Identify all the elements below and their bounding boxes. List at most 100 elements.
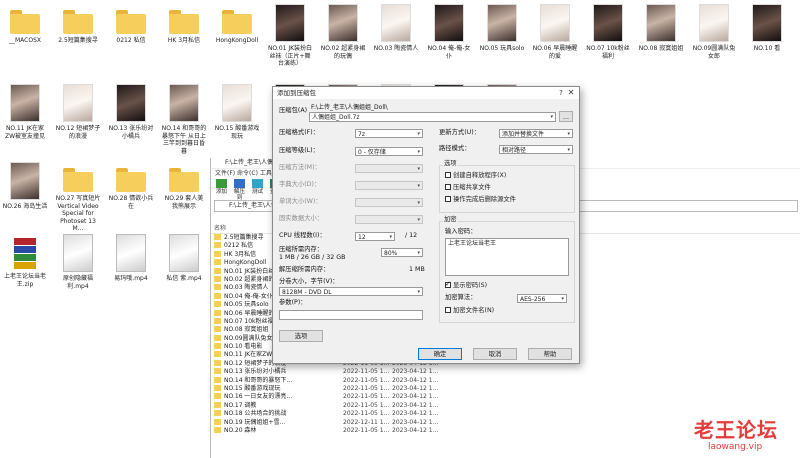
desktop-folder[interactable]: HK 3月私信	[161, 4, 207, 45]
dict-select[interactable]: ▾	[355, 181, 423, 190]
desktop-video[interactable]: 易玛哦.mp4	[108, 234, 154, 283]
photo-folder-thumbnail	[752, 4, 782, 42]
table-row[interactable]: NO.14 和哥哥的暴怒下... 2022-11-05 1... 2023-04-1…	[211, 376, 800, 385]
desktop-folder[interactable]: 0212 私信	[108, 4, 154, 45]
sfx-checkbox[interactable]: 创建自释放程序(X)	[445, 172, 506, 180]
password-input[interactable]: 上老王论坛当老王	[445, 238, 569, 276]
level-label: 压缩等级(L)：	[279, 147, 319, 154]
unmem-label: 解压缩所需内存：	[279, 266, 330, 273]
watermark-logo-text: 老王论坛	[694, 418, 778, 442]
desktop-photo-folder[interactable]: NO.03 陶瓷情人	[373, 4, 419, 53]
options-button[interactable]: 选项	[279, 330, 323, 342]
desktop-video[interactable]: 私信 紫.mp4	[161, 234, 207, 283]
photo-folder-thumbnail	[328, 4, 358, 42]
params-input[interactable]	[279, 310, 423, 320]
table-row[interactable]: NO.13 张乐纷对小橘兵 2022-11-05 1... 2023-04-12 1…	[211, 368, 800, 376]
level-select[interactable]: 0 - 仅存储 ▾	[355, 147, 423, 156]
archive-name-input[interactable]: 人偶姐姐_Doll.7z ▾	[309, 112, 556, 122]
help-icon[interactable]: ?	[557, 87, 565, 99]
block-label: 固实数据大小：	[279, 215, 324, 222]
table-row[interactable]: NO.15 酸番游戏现玩 2022-11-05 1... 2023-04-12 1.…	[211, 385, 800, 393]
desktop-photo-folder[interactable]: NO.02 超紧身裙的玩偶	[320, 4, 366, 60]
folder-icon	[116, 10, 146, 34]
show-password-checkbox[interactable]: 显示密码(S)	[445, 280, 487, 290]
row-name: NO.04 俺-俺-女仆	[224, 292, 273, 300]
params-label: 参数(P)：	[279, 299, 307, 306]
add-to-archive-dialog: 添加到压缩包 ? ✕ 压缩包(A) F:\上传_老王\人偶姐姐_Doll\ 人偶…	[272, 86, 580, 364]
desktop-folder[interactable]: __MACOSX	[2, 4, 48, 45]
desktop-photo-folder[interactable]: NO.09圆满队兔女郎	[691, 4, 737, 60]
ok-button[interactable]: 确定	[418, 348, 462, 360]
watermark-url: laowang.vip	[708, 442, 763, 452]
desktop-folder[interactable]: 2.5短篇集搜寻	[55, 4, 101, 45]
row-modified: 2022-11-05 1...	[343, 393, 390, 401]
mem-value: 1 MB / 26 GB / 32 GB	[279, 254, 346, 261]
enc-method-select[interactable]: AES-256 ▾	[517, 294, 567, 303]
method-select[interactable]: ▾	[355, 164, 423, 173]
folder-icon	[214, 401, 221, 408]
desktop-item-label: NO.04 俺-俺-女仆	[427, 45, 471, 60]
desktop-item-label: HK 3月私信	[167, 37, 201, 44]
desktop-photo-folder[interactable]: NO.15 酸番游戏现玩	[214, 84, 260, 140]
update-select[interactable]: 添加并替换文件 ▾	[499, 129, 573, 138]
encrypt-names-checkbox[interactable]: 加密文件名(N)	[445, 307, 494, 315]
desktop-folder[interactable]: NO.28 情欲小兵在	[108, 162, 154, 210]
row-created: 2023-04-12 1...	[392, 426, 439, 434]
desktop-photo-folder[interactable]: NO.05 玩具solo	[479, 4, 525, 53]
row-name: HongKongDoll	[224, 259, 267, 267]
split-select[interactable]: 8128M - DVD DL ▾	[279, 287, 423, 296]
cancel-button[interactable]: 取消	[473, 348, 517, 360]
desktop-photo-folder[interactable]: NO.14 和哥哥的暴怒下午 从日上三竿到到暮日昏暮	[161, 84, 207, 155]
folder-icon	[214, 376, 221, 383]
desktop-item-label: NO.09圆满队兔女郎	[692, 45, 736, 60]
extract-button[interactable]: 解压到	[232, 178, 247, 201]
desktop-item-label: NO.11 JK在家ZW被室友撞见	[4, 125, 46, 140]
desktop-folder[interactable]: NO.29 套人美 我熊展示	[161, 162, 207, 210]
browse-button[interactable]: ...	[559, 111, 573, 122]
folder-icon	[214, 393, 221, 400]
word-select[interactable]: ▾	[355, 198, 423, 207]
desktop-photo-folder[interactable]: NO.01 JK装扮白丝袜（正片+舞台演练）	[267, 4, 313, 68]
help-button[interactable]: 帮助	[528, 348, 572, 360]
desktop-photo-folder[interactable]: NO.12 短裙梦子的浪漫	[55, 84, 101, 140]
threads-select[interactable]: 12 ▾	[355, 232, 395, 241]
block-select[interactable]: ▾	[355, 215, 423, 224]
folder-icon	[214, 275, 221, 282]
row-name: NO.03 陶瓷情人	[224, 284, 269, 292]
desktop-photo-folder[interactable]: NO.06 早晨睡醒的爱	[532, 4, 578, 60]
video-thumbnail-icon	[169, 234, 199, 272]
test-button[interactable]: 测试	[250, 178, 265, 195]
close-icon[interactable]: ✕	[566, 87, 576, 99]
desktop-video[interactable]: 原创隐藏福利.mp4	[55, 234, 101, 290]
table-row[interactable]: NO.17 调教 2022-11-05 1... 2023-04-12 1...	[211, 401, 800, 410]
row-modified: 2022-11-05 1...	[343, 410, 390, 418]
desktop-photo-folder[interactable]: NO.08 寂寞姐姐	[638, 4, 684, 53]
delete-after-checkbox[interactable]: 操作完成后删除源文件	[445, 196, 516, 204]
path-select[interactable]: 相对路径 ▾	[499, 145, 573, 154]
desktop-photo-folder[interactable]: NO.10 看	[744, 4, 790, 53]
desktop-photo-folder[interactable]: NO.11 JK在家ZW被室友撞见	[2, 84, 48, 140]
add-button[interactable]: 添加	[214, 178, 229, 195]
table-row[interactable]: NO.16 一日女友的漂亮... 2022-11-05 1... 2023-04-1…	[211, 393, 800, 401]
desktop-folder[interactable]: NO.27 写真短片Vertical Video Special for Pho…	[55, 162, 101, 233]
desktop-photo-folder[interactable]: NO.26 海岛生活	[2, 162, 48, 211]
archive-label: 压缩包(A)	[279, 107, 308, 114]
folder-icon	[214, 334, 221, 341]
desktop-photo-folder[interactable]: NO.13 张乐纷对小橘兵	[108, 84, 154, 140]
desktop-archive[interactable]: 上老王论坛当老王.zip	[2, 234, 48, 288]
desktop-photo-folder[interactable]: NO.04 俺-俺-女仆	[426, 4, 472, 60]
desktop-item-label: NO.14 和哥哥的暴怒下午 从日上三竿到到暮日昏暮	[161, 125, 207, 155]
mem-percent-select[interactable]: 80% ▾	[381, 248, 423, 257]
desktop-item-label: HongKongDoll	[215, 37, 259, 44]
folder-icon	[63, 10, 93, 34]
row-name: 0212 私信	[224, 242, 254, 250]
row-created: 2023-04-12 1...	[392, 418, 439, 426]
shared-files-checkbox[interactable]: 压缩共享文件	[445, 184, 491, 192]
desktop-item-label: NO.28 情欲小兵在	[108, 195, 154, 210]
folder-icon	[214, 385, 221, 392]
desktop-folder[interactable]: HongKongDoll	[214, 4, 260, 45]
desktop-photo-folder[interactable]: NO.07 10k粉丝福利	[585, 4, 631, 60]
desktop-item-label: __MACOSX	[8, 37, 41, 44]
format-select[interactable]: 7z ▾	[355, 129, 423, 138]
desktop-item-label: NO.26 海岛生活	[2, 203, 48, 210]
